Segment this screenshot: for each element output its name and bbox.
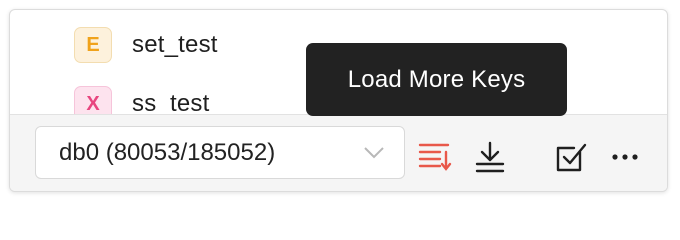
key-list-panel: E set_test X ss_test db0 (80053/185052) — [9, 9, 668, 192]
key-name: set_test — [132, 31, 218, 58]
db-select-value: db0 (80053/185052) — [59, 138, 276, 166]
load-keys-icon[interactable] — [473, 140, 507, 174]
db-select[interactable]: db0 (80053/185052) — [35, 126, 405, 179]
list-item[interactable]: E set_test — [74, 23, 218, 67]
bottom-toolbar: db0 (80053/185052) — [10, 114, 667, 191]
chevron-down-icon — [354, 146, 394, 160]
key-type-badge: E — [74, 27, 112, 63]
sort-keys-icon[interactable] — [418, 140, 452, 174]
tooltip: Load More Keys — [306, 43, 567, 116]
batch-select-icon[interactable] — [554, 140, 588, 174]
more-icon[interactable] — [608, 140, 642, 174]
